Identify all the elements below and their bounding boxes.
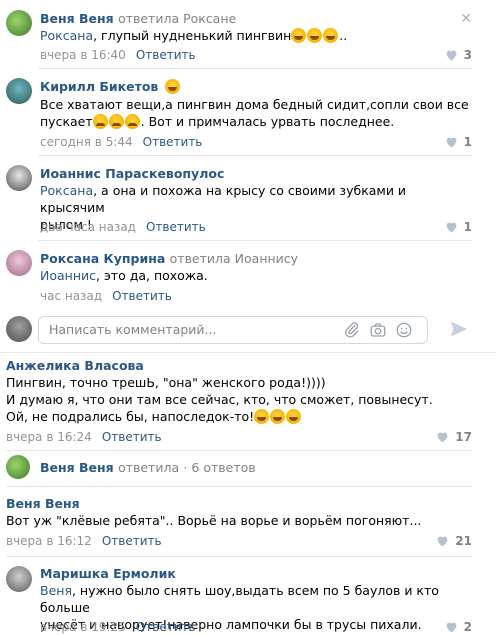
my-avatar xyxy=(6,316,32,342)
reply-button[interactable]: Ответить xyxy=(112,289,172,303)
like-count: 2 xyxy=(463,620,472,634)
comment-text: Иоаннис, это да, похожа. xyxy=(40,268,208,283)
timestamp[interactable]: час назад xyxy=(40,289,102,303)
mention-link[interactable]: Роксана xyxy=(40,183,93,198)
like-button[interactable]: 1 xyxy=(445,220,472,234)
divider xyxy=(38,68,472,69)
like-button[interactable]: 21 xyxy=(436,534,472,548)
reply-to-label[interactable]: ответила Роксане xyxy=(118,11,236,26)
divider xyxy=(38,240,472,241)
reply-button[interactable]: Ответить xyxy=(136,620,196,634)
like-button[interactable]: 1 xyxy=(445,135,472,149)
avatar[interactable] xyxy=(6,566,32,592)
author-name[interactable]: Веня Веня xyxy=(6,496,80,511)
close-icon[interactable]: ✕ xyxy=(460,11,472,27)
author-name[interactable]: Анжелика Власова xyxy=(6,358,144,373)
like-count: 17 xyxy=(455,430,472,444)
like-button[interactable]: 17 xyxy=(436,430,472,444)
comment-composer[interactable] xyxy=(38,316,428,344)
reply-button[interactable]: Ответить xyxy=(102,534,162,548)
mention-link[interactable]: Иоаннис xyxy=(40,268,96,283)
comment-author[interactable]: Роксана Куприна ответила Иоаннису xyxy=(40,251,298,266)
timestamp[interactable]: вчера в 16:24 xyxy=(6,430,92,444)
tired-emoji-icon xyxy=(124,114,140,129)
comment-text: Все хватают вещи,а пингвин дома бедный с… xyxy=(40,97,469,129)
sunglasses-emoji-icon xyxy=(164,79,180,94)
author-name[interactable]: Маришка Ермолик xyxy=(40,566,176,581)
comment-meta: вчера в 19:25 Ответить xyxy=(40,620,196,634)
divider xyxy=(0,352,496,353)
comment-author[interactable]: Веня Веня ответила Роксане xyxy=(40,11,236,26)
comment-meta: час назад Ответить xyxy=(40,289,172,303)
mention-link[interactable]: Веня xyxy=(40,583,72,598)
heart-icon xyxy=(446,222,457,233)
timestamp[interactable]: вчера в 19:25 xyxy=(40,620,126,634)
reply-to-label: ответила xyxy=(118,460,180,475)
author-name[interactable]: Роксана Куприна xyxy=(40,251,165,266)
comment-meta: вчера в 16:24 Ответить xyxy=(6,430,162,444)
comment-input[interactable] xyxy=(49,322,339,337)
timestamp[interactable]: вчера в 16:40 xyxy=(40,48,126,62)
like-button[interactable]: 2 xyxy=(445,620,472,634)
heart-icon xyxy=(437,432,448,443)
like-count: 21 xyxy=(455,534,472,548)
reply-button[interactable]: Ответить xyxy=(146,220,206,234)
heart-icon xyxy=(446,137,457,148)
timestamp[interactable]: вчера в 16:12 xyxy=(6,534,92,548)
avatar[interactable] xyxy=(6,78,32,104)
rofl-emoji-icon xyxy=(323,28,339,43)
rofl-emoji-icon xyxy=(291,28,307,43)
comment-text: Вот уж "клёвые ребята".. Ворьё на ворье … xyxy=(6,513,422,528)
reply-button[interactable]: Ответить xyxy=(102,430,162,444)
comment-author[interactable]: Маришка Ермолик xyxy=(40,566,176,581)
comment-author[interactable]: Иоаннис Параскевопулос xyxy=(40,166,224,181)
comment-meta: два часа назад Ответить xyxy=(40,220,206,234)
avatar[interactable] xyxy=(6,10,32,36)
comment-author[interactable]: Анжелика Власова xyxy=(6,358,144,373)
author-name[interactable]: Иоаннис Параскевопулос xyxy=(40,166,224,181)
rofl-emoji-icon xyxy=(270,409,286,424)
tired-emoji-icon xyxy=(108,114,124,129)
heart-icon xyxy=(437,536,448,547)
comment-text: Пингвин, точно трешЬ, "она" женского род… xyxy=(6,375,433,424)
author-name[interactable]: Веня Веня xyxy=(40,11,114,26)
comment-meta: вчера в 16:40 Ответить xyxy=(40,48,196,62)
comment-author[interactable]: Кирилл Бикетов xyxy=(40,79,181,94)
comment-meta: вчера в 16:12 Ответить xyxy=(6,534,162,548)
rofl-emoji-icon xyxy=(254,409,270,424)
comment-meta: сегодня в 5:44 Ответить xyxy=(40,135,202,149)
send-icon[interactable] xyxy=(448,318,470,340)
reply-to-label[interactable]: ответила Иоаннису xyxy=(170,251,298,266)
timestamp[interactable]: два часа назад xyxy=(40,220,136,234)
divider xyxy=(6,450,472,451)
camera-icon[interactable] xyxy=(369,321,387,339)
mention-link[interactable]: Роксана xyxy=(40,28,93,43)
reply-button[interactable]: Ответить xyxy=(143,135,203,149)
like-button[interactable]: 3 xyxy=(445,48,472,62)
smile-icon[interactable] xyxy=(395,321,413,339)
rofl-emoji-icon xyxy=(307,28,323,43)
divider xyxy=(6,556,472,557)
tired-emoji-icon xyxy=(92,114,108,129)
like-count: 1 xyxy=(463,135,472,149)
avatar[interactable] xyxy=(6,455,30,479)
like-count: 3 xyxy=(463,48,472,62)
avatar[interactable] xyxy=(6,250,32,276)
like-count: 1 xyxy=(463,220,472,234)
heart-icon xyxy=(446,50,457,61)
rofl-emoji-icon xyxy=(286,409,302,424)
divider xyxy=(38,155,472,156)
author-name[interactable]: Кирилл Бикетов xyxy=(40,79,158,94)
comment-author[interactable]: Веня Веня ответила · 6 ответов xyxy=(40,460,256,475)
timestamp[interactable]: сегодня в 5:44 xyxy=(40,135,133,149)
comment-text: Роксана, глупый нудненький пингвин.. xyxy=(40,28,348,43)
replies-count-link[interactable]: 6 ответов xyxy=(191,460,255,475)
reply-button[interactable]: Ответить xyxy=(136,48,196,62)
avatar[interactable] xyxy=(6,165,32,191)
comment-author[interactable]: Веня Веня xyxy=(6,496,80,511)
author-name[interactable]: Веня Веня xyxy=(40,460,114,475)
heart-icon xyxy=(446,622,457,633)
divider xyxy=(6,486,472,487)
paperclip-icon[interactable] xyxy=(343,321,361,339)
